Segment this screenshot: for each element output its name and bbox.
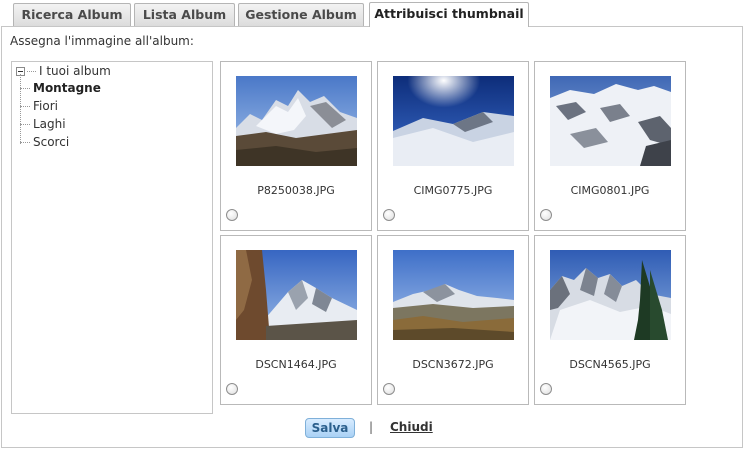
close-link[interactable]: Chiudi xyxy=(390,420,433,434)
thumbnail-card[interactable]: CIMG0801.JPG xyxy=(534,61,686,231)
tree-root: I tuoi album xyxy=(16,63,111,79)
tree-item-label: Scorci xyxy=(33,135,70,149)
thumbnail-image[interactable] xyxy=(393,250,514,340)
thumbnail-image[interactable] xyxy=(236,76,357,166)
tree-item-label: Laghi xyxy=(33,117,66,131)
tree-item-laghi[interactable]: Laghi xyxy=(20,116,66,132)
thumbnail-filename: CIMG0775.JPG xyxy=(413,184,493,197)
tree-root-label[interactable]: I tuoi album xyxy=(39,64,111,78)
thumbnail-image[interactable] xyxy=(236,250,357,340)
tab-lista-album[interactable]: Lista Album xyxy=(134,3,235,26)
tab-bar: Ricerca Album Lista Album Gestione Album… xyxy=(0,0,744,27)
tab-ricerca-album[interactable]: Ricerca Album xyxy=(13,3,131,26)
thumbnail-radio[interactable] xyxy=(383,209,395,221)
tree-item-scorci[interactable]: Scorci xyxy=(20,134,69,150)
thumbnail-radio[interactable] xyxy=(383,383,395,395)
thumbnail-card[interactable]: DSCN3672.JPG xyxy=(377,235,529,405)
thumbnail-radio[interactable] xyxy=(226,209,238,221)
album-tree: I tuoi album Montagne Fiori Laghi Scorci xyxy=(11,61,213,414)
tab-gestione-album[interactable]: Gestione Album xyxy=(238,3,364,26)
thumbnail-card[interactable]: CIMG0775.JPG xyxy=(377,61,529,231)
footer-separator: | xyxy=(369,420,374,434)
thumbnail-radio[interactable] xyxy=(226,383,238,395)
thumbnail-panel: Assegna l'immagine all'album: I tuoi alb… xyxy=(1,26,743,448)
thumbnail-card[interactable]: DSCN4565.JPG xyxy=(534,235,686,405)
thumbnail-image[interactable] xyxy=(550,250,671,340)
tree-item-label: Fiori xyxy=(33,99,58,113)
tab-attribuisci-thumbnail[interactable]: Attribuisci thumbnail xyxy=(369,2,529,27)
assign-label: Assegna l'immagine all'album: xyxy=(10,34,194,48)
thumbnail-filename: P8250038.JPG xyxy=(257,184,335,197)
thumbnail-card[interactable]: DSCN1464.JPG xyxy=(220,235,372,405)
thumbnail-filename: DSCN1464.JPG xyxy=(255,358,337,371)
thumbnail-radio[interactable] xyxy=(540,209,552,221)
thumbnail-radio[interactable] xyxy=(540,383,552,395)
thumbnail-filename: CIMG0801.JPG xyxy=(570,184,650,197)
save-button[interactable]: Salva xyxy=(305,418,355,438)
thumbnail-image[interactable] xyxy=(393,76,514,166)
thumbnail-image[interactable] xyxy=(550,76,671,166)
thumbnail-filename: DSCN4565.JPG xyxy=(569,358,651,371)
thumbnail-card[interactable]: P8250038.JPG xyxy=(220,61,372,231)
tree-item-fiori[interactable]: Fiori xyxy=(20,98,58,114)
tree-item-montagne[interactable]: Montagne xyxy=(20,80,101,96)
thumbnail-filename: DSCN3672.JPG xyxy=(412,358,494,371)
tree-item-label: Montagne xyxy=(33,81,101,95)
